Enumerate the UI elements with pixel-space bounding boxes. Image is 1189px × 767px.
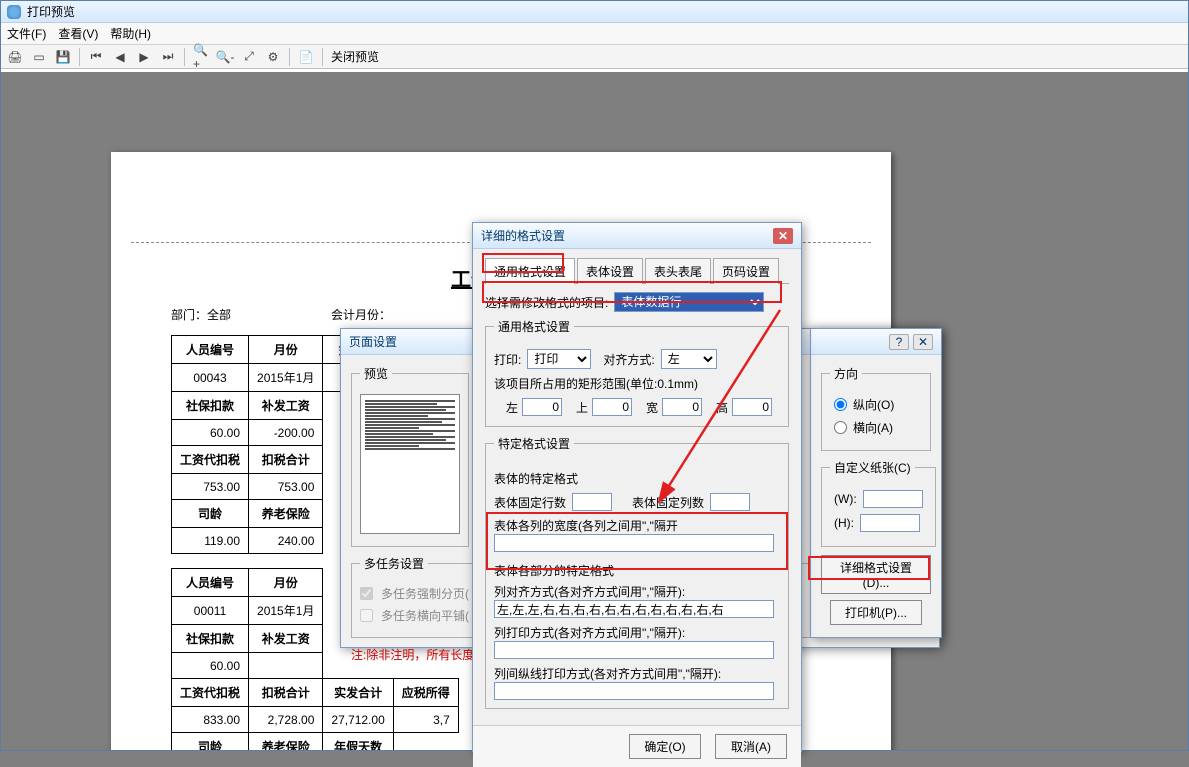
- separator: [79, 48, 80, 66]
- align-label: 对齐方式:: [603, 351, 654, 368]
- help-icon[interactable]: ?: [889, 334, 909, 350]
- custom-paper-legend: 自定义纸张(C): [830, 459, 915, 476]
- rect-top-input[interactable]: [592, 398, 632, 416]
- last-page-icon[interactable]: ⏭: [160, 49, 176, 65]
- portrait-radio[interactable]: [834, 398, 847, 411]
- printer-button[interactable]: 打印机(P)...: [830, 600, 922, 625]
- horiz-tile-checkbox[interactable]: [360, 609, 373, 622]
- direction-legend: 方向: [830, 365, 862, 382]
- app-icon: [7, 5, 21, 19]
- select-item-dropdown[interactable]: 表体数据行: [614, 292, 764, 312]
- rect-height-input[interactable]: [732, 398, 772, 416]
- body-format-label: 表体的特定格式: [494, 470, 780, 487]
- col-width-input[interactable]: [494, 534, 774, 552]
- print-label: 打印:: [494, 351, 521, 368]
- align-select[interactable]: 左: [661, 349, 717, 369]
- tabs: 通用格式设置 表体设置 表头表尾 页码设置: [485, 257, 789, 284]
- col-align-input[interactable]: [494, 600, 774, 618]
- close-icon[interactable]: ✕: [913, 334, 933, 350]
- col-width-label: 表体各列的宽度(各列之间用","隔开: [494, 519, 678, 533]
- portrait-label: 纵向(O): [853, 396, 894, 413]
- next-page-icon[interactable]: ▶: [136, 49, 152, 65]
- paper-height-input[interactable]: [860, 514, 920, 532]
- close-icon[interactable]: ✕: [773, 228, 793, 244]
- print-icon[interactable]: 🖨: [7, 49, 23, 65]
- force-page-checkbox[interactable]: [360, 587, 373, 600]
- col-print-label: 列打印方式(各对齐方式间用","隔开):: [494, 626, 685, 640]
- page-setup-icon[interactable]: 📄: [298, 49, 314, 65]
- prev-page-icon[interactable]: ◀: [112, 49, 128, 65]
- col-vline-label: 列间纵线打印方式(各对齐方式间用","隔开):: [494, 667, 721, 681]
- part-format-label: 表体各部分的特定格式: [494, 562, 780, 579]
- separator: [184, 48, 185, 66]
- close-preview-button[interactable]: 关闭预览: [331, 48, 379, 65]
- menu-help[interactable]: 帮助(H): [110, 25, 151, 42]
- detail-format-dialog: 详细的格式设置 ✕ 通用格式设置 表体设置 表头表尾 页码设置 选择需修改格式的…: [472, 222, 802, 752]
- col-align-label: 列对齐方式(各对齐方式间用","隔开):: [494, 585, 685, 599]
- rect-width-input[interactable]: [662, 398, 702, 416]
- cancel-button[interactable]: 取消(A): [715, 734, 787, 759]
- toolbar: 🖨 ▭ 💾 ⏮ ◀ ▶ ⏭ 🔍+ 🔍- ⤢ ⚙ 📄 关闭预览: [1, 45, 1188, 69]
- fixed-cols-input[interactable]: [710, 493, 750, 511]
- rect-left-input[interactable]: [522, 398, 562, 416]
- menu-view[interactable]: 查看(V): [58, 25, 98, 42]
- dialog-title: 详细的格式设置: [481, 227, 565, 244]
- tab-headfoot[interactable]: 表头表尾: [645, 258, 711, 284]
- general-format-legend: 通用格式设置: [494, 318, 574, 335]
- print-select[interactable]: 打印: [527, 349, 591, 369]
- zoom-in-icon[interactable]: 🔍+: [193, 49, 209, 65]
- dialog-footer: 确定(O) 取消(A): [473, 725, 801, 767]
- new-page-icon[interactable]: ▭: [31, 49, 47, 65]
- ok-button[interactable]: 确定(O): [629, 734, 701, 759]
- menu-file[interactable]: 文件(F): [7, 25, 46, 42]
- horiz-tile-label: 多任务横向平铺(: [381, 607, 469, 624]
- first-page-icon[interactable]: ⏮: [88, 49, 104, 65]
- dialog-title-bar: ? ✕: [811, 329, 941, 355]
- page-thumbnail: [360, 394, 460, 534]
- multitask-legend: 多任务设置: [360, 555, 428, 572]
- col-vline-input[interactable]: [494, 682, 774, 700]
- paper-dialog: ? ✕ 方向 纵向(O) 横向(A) 自定义纸张(C) (W): (H):: [810, 328, 942, 638]
- specific-format-legend: 特定格式设置: [494, 435, 574, 452]
- zoom-settings-icon[interactable]: ⚙: [265, 49, 281, 65]
- paper-width-input[interactable]: [863, 490, 923, 508]
- dialog-title: 页面设置: [349, 333, 397, 350]
- separator: [289, 48, 290, 66]
- rect-label: 该项目所占用的矩形范围(单位:0.1mm): [494, 377, 698, 391]
- dialog-title-bar: 详细的格式设置 ✕: [473, 223, 801, 249]
- tab-body[interactable]: 表体设置: [577, 258, 643, 284]
- zoom-fit-icon[interactable]: ⤢: [241, 49, 257, 65]
- save-icon[interactable]: 💾: [55, 49, 71, 65]
- detail-format-button[interactable]: 详细格式设置(D)...: [821, 555, 931, 594]
- col-print-input[interactable]: [494, 641, 774, 659]
- select-item-label: 选择需修改格式的项目:: [485, 294, 608, 311]
- title-bar: 打印预览: [1, 1, 1188, 23]
- separator: [322, 48, 323, 66]
- fixed-rows-input[interactable]: [572, 493, 612, 511]
- zoom-out-icon[interactable]: 🔍-: [217, 49, 233, 65]
- width-label: (W):: [834, 492, 857, 506]
- tab-pageno[interactable]: 页码设置: [713, 258, 779, 284]
- preview-legend: 预览: [360, 365, 392, 382]
- window-title: 打印预览: [27, 3, 75, 20]
- tab-general[interactable]: 通用格式设置: [485, 258, 575, 284]
- fixed-cols-label: 表体固定列数: [632, 494, 704, 511]
- fixed-rows-label: 表体固定行数: [494, 494, 566, 511]
- menu-bar: 文件(F) 查看(V) 帮助(H): [1, 23, 1188, 45]
- landscape-radio[interactable]: [834, 421, 847, 434]
- height-label: (H):: [834, 516, 854, 530]
- force-page-label: 多任务强制分页(: [381, 585, 469, 602]
- landscape-label: 横向(A): [853, 419, 893, 436]
